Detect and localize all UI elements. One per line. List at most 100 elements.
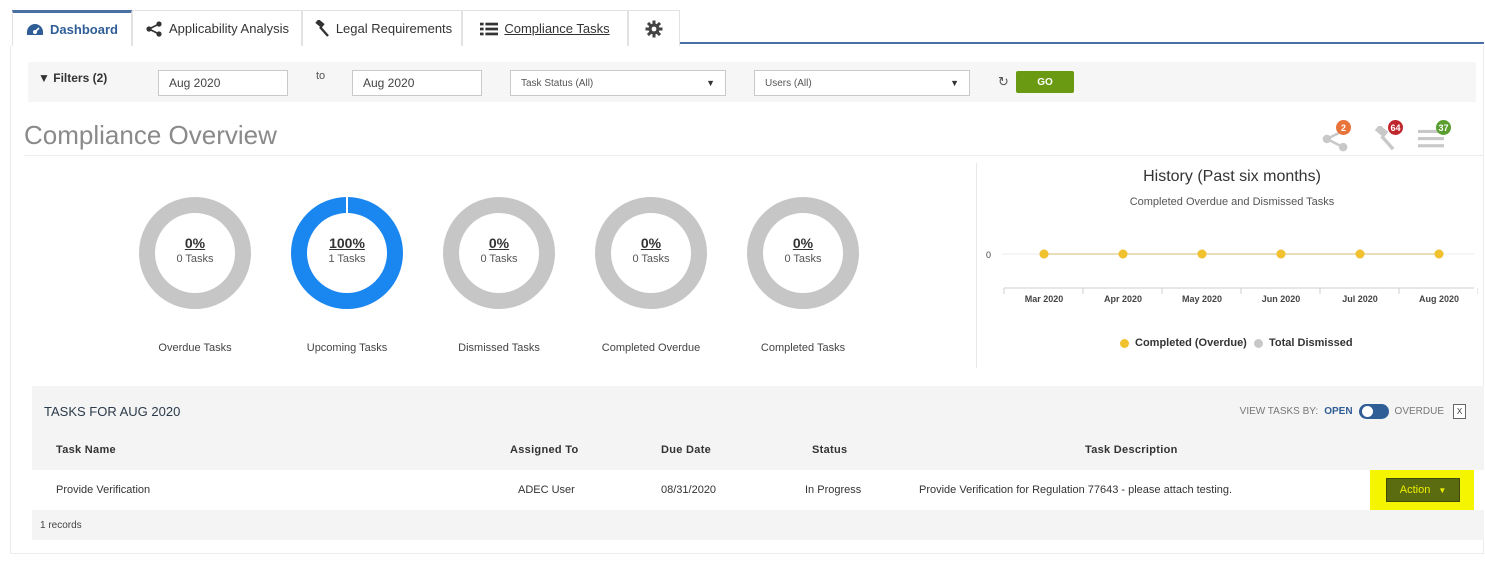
legend-label: Completed (Overdue) <box>1135 337 1247 349</box>
x-tick-label: Jun 2020 <box>1262 294 1301 304</box>
donut-chart[interactable]: 100% 1 Tasks <box>289 195 405 311</box>
table-row[interactable]: Provide Verification ADEC User 08/31/202… <box>32 470 1484 510</box>
history-chart: 0 Mar 2020 Apr 2020 May 2020 Jun 2020 Jul 202… <box>986 249 1478 304</box>
view-by-label: VIEW TASKS BY: <box>1239 406 1319 417</box>
export-excel-icon[interactable]: X <box>1453 404 1466 419</box>
donut-task-count: 0 Tasks <box>784 253 822 265</box>
from-month-input[interactable]: Aug 2020 <box>158 70 288 96</box>
tab-dashboard[interactable]: Dashboard <box>12 10 132 46</box>
tasks-panel: TASKS FOR AUG 2020 VIEW TASKS BY: OPEN O… <box>32 386 1484 540</box>
donut-task-count: 0 Tasks <box>176 253 214 265</box>
column-header-due-date[interactable]: Due Date <box>661 444 711 456</box>
filter-bar: ▼ Filters (2) Aug 2020 to Aug 2020 Task … <box>28 62 1476 102</box>
go-button[interactable]: GO <box>1016 71 1074 93</box>
view-by-toggle[interactable] <box>1358 404 1389 419</box>
donut-caption: Upcoming Tasks <box>306 342 388 354</box>
applicability-count-button[interactable]: 2 <box>1322 120 1352 152</box>
users-select[interactable]: Users (All) ▼ <box>754 70 970 96</box>
x-tick-label: Jul 2020 <box>1342 294 1378 304</box>
x-tick-label: Apr 2020 <box>1104 294 1142 304</box>
tab-compliance-tasks[interactable]: Compliance Tasks <box>462 10 628 46</box>
tab-compliance-tasks-label: Compliance Tasks <box>504 21 610 36</box>
donut-percent[interactable]: 0% <box>441 235 557 251</box>
action-button-label: Action <box>1399 484 1431 496</box>
history-chart-title: History (Past six months) <box>1143 168 1321 185</box>
column-header-status[interactable]: Status <box>812 444 847 456</box>
records-count: 1 records <box>40 520 82 531</box>
filters-toggle[interactable]: ▼ Filters (2) <box>38 71 107 85</box>
task-status-select-value: Task Status (All) <box>521 77 594 89</box>
tasks-count-badge: 37 <box>1436 120 1451 135</box>
donut-caption: Dismissed Tasks <box>458 342 540 354</box>
cell-task-description: Provide Verification for Regulation 7764… <box>919 484 1233 496</box>
y-tick-label: 0 <box>986 250 991 260</box>
share-icon <box>145 20 163 38</box>
donut-chart[interactable]: 0% 0 Tasks <box>745 195 861 311</box>
data-point <box>1039 249 1049 259</box>
caret-down-icon: ▼ <box>950 78 959 88</box>
legend-dot <box>1120 338 1129 348</box>
data-point <box>1197 249 1207 259</box>
x-tick-label: Aug 2020 <box>1419 294 1459 304</box>
data-point <box>1434 249 1444 259</box>
tab-applicability-analysis[interactable]: Applicability Analysis <box>132 10 302 46</box>
action-dropdown-button[interactable]: Action ▼ <box>1386 478 1460 502</box>
donut-percent[interactable]: 0% <box>137 235 253 251</box>
gear-icon <box>645 20 663 38</box>
donut-chart[interactable]: 0% 0 Tasks <box>441 195 557 311</box>
page-title: Compliance Overview <box>24 120 277 150</box>
donut-task-count: 0 Tasks <box>632 253 670 265</box>
data-point <box>1118 249 1128 259</box>
legal-count-button[interactable]: 64 <box>1370 120 1403 152</box>
applicability-count-badge: 2 <box>1336 120 1351 135</box>
history-chart-subtitle: Completed Overdue and Dismissed Tasks <box>1129 196 1335 208</box>
cell-task-name: Provide Verification <box>56 484 151 496</box>
legal-count-badge: 64 <box>1388 120 1403 135</box>
x-tick-label: Mar 2020 <box>1025 294 1064 304</box>
task-status-select[interactable]: Task Status (All) ▼ <box>510 70 726 96</box>
tab-dashboard-label: Dashboard <box>50 22 118 37</box>
view-by-open-label: OPEN <box>1324 406 1353 417</box>
refresh-icon[interactable]: ↻ <box>998 74 1009 90</box>
column-header-task-description[interactable]: Task Description <box>1085 444 1178 456</box>
donut-caption: Overdue Tasks <box>158 342 232 354</box>
column-header-assigned-to[interactable]: Assigned To <box>510 444 579 456</box>
tab-bar-underline <box>680 42 1484 44</box>
donut-percent[interactable]: 0% <box>593 235 709 251</box>
tab-legal-requirements[interactable]: Legal Requirements <box>302 10 462 46</box>
cell-status: In Progress <box>805 484 862 496</box>
divider <box>24 155 1484 156</box>
to-label: to <box>316 70 326 82</box>
donut-chart[interactable]: 0% 0 Tasks <box>593 195 709 311</box>
users-select-value: Users (All) <box>765 77 812 89</box>
legend-completed-overdue[interactable]: Completed (Overdue) <box>1120 337 1247 349</box>
caret-down-icon: ▼ <box>1438 485 1447 495</box>
list-icon <box>480 20 499 38</box>
data-point <box>1355 249 1365 259</box>
tasks-panel-title: TASKS FOR AUG 2020 <box>44 404 181 419</box>
donut-caption: Completed Overdue <box>601 342 701 354</box>
cell-due-date: 08/31/2020 <box>661 484 717 496</box>
column-header-task-name[interactable]: Task Name <box>56 444 116 456</box>
donut-percent[interactable]: 100% <box>289 235 405 251</box>
view-by-overdue-label: OVERDUE <box>1394 406 1444 417</box>
legend-total-dismissed[interactable]: Total Dismissed <box>1254 337 1353 349</box>
tasks-count-button[interactable]: 37 <box>1418 120 1451 152</box>
legend-label: Total Dismissed <box>1269 337 1353 349</box>
tab-legal-requirements-label: Legal Requirements <box>335 21 453 36</box>
filter-icon: ▼ <box>38 71 50 85</box>
cell-assigned-to: ADEC User <box>518 484 575 496</box>
donut-chart[interactable]: 0% 0 Tasks <box>137 195 253 311</box>
donut-percent[interactable]: 0% <box>745 235 861 251</box>
donut-task-count: 1 Tasks <box>328 253 366 265</box>
data-point <box>1276 249 1286 259</box>
caret-down-icon: ▼ <box>706 78 715 88</box>
donut-caption: Completed Tasks <box>760 342 846 354</box>
to-month-input[interactable]: Aug 2020 <box>352 70 482 96</box>
legend-dot <box>1254 338 1263 348</box>
tab-bar: Dashboard Applicability Analysis Legal R… <box>12 10 1484 46</box>
tab-settings[interactable] <box>628 10 680 46</box>
gavel-icon <box>312 19 330 38</box>
divider <box>976 163 977 368</box>
view-tasks-by: VIEW TASKS BY: OPEN OVERDUE <box>1240 404 1444 419</box>
